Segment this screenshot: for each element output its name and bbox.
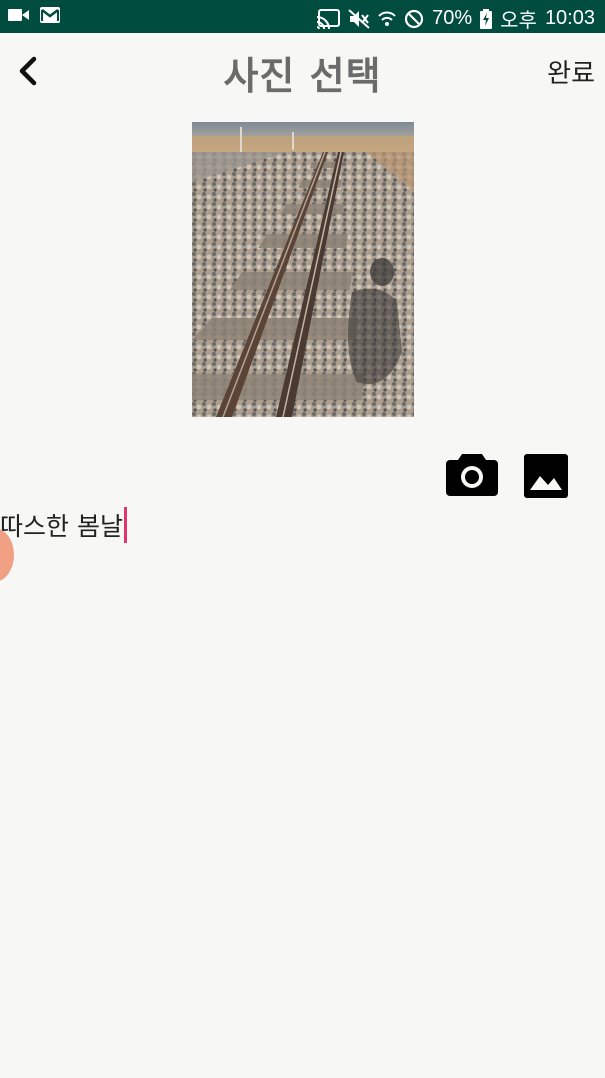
gallery-button[interactable] bbox=[522, 452, 570, 500]
blocked-icon bbox=[404, 9, 424, 29]
status-ampm: 오후 bbox=[500, 10, 537, 32]
page-title: 사진 선택 bbox=[223, 54, 382, 98]
battery-percent: 70% bbox=[432, 7, 473, 29]
battery-charging-icon bbox=[480, 8, 493, 29]
caption-text: 따스한 봄날 bbox=[0, 512, 123, 541]
image-gallery-icon bbox=[524, 454, 568, 498]
done-button[interactable]: 완료 bbox=[547, 53, 595, 90]
mute-icon bbox=[348, 8, 370, 29]
camera-icon bbox=[446, 454, 498, 496]
railroad-track-photo bbox=[192, 122, 414, 417]
video-camera-icon bbox=[8, 7, 30, 23]
gmail-icon bbox=[40, 7, 60, 23]
status-time: 10:03 bbox=[544, 7, 595, 29]
camera-button[interactable] bbox=[446, 450, 498, 498]
cast-icon bbox=[316, 8, 341, 29]
status-bar: 70% 오후 10:03 bbox=[0, 0, 605, 33]
app-bar: 사진 선택 완료 bbox=[0, 33, 605, 108]
wifi-icon bbox=[378, 9, 396, 29]
text-cursor bbox=[123, 507, 127, 543]
caption-input[interactable]: 따스한 봄날 bbox=[0, 505, 127, 545]
